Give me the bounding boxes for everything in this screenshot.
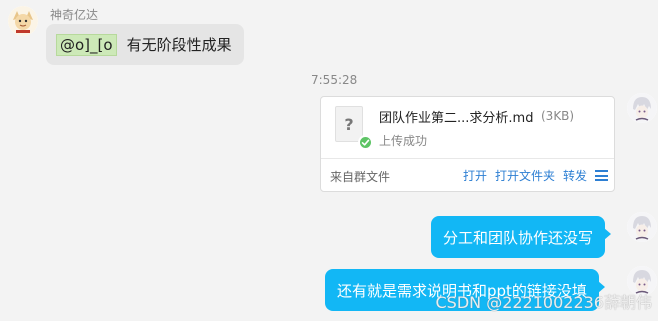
- open-file-link[interactable]: 打开: [463, 167, 487, 184]
- file-source: 来自群文件: [330, 170, 391, 184]
- incoming-message-bubble[interactable]: @o]_[o 有无阶段性成果: [46, 24, 244, 65]
- file-footer: 来自群文件 打开 打开文件夹 转发: [321, 159, 614, 191]
- more-menu-icon[interactable]: [595, 170, 608, 181]
- sender-avatar[interactable]: [8, 6, 38, 36]
- self-avatar[interactable]: [627, 93, 657, 123]
- sender-name: 神奇亿达: [50, 8, 99, 22]
- open-folder-link[interactable]: 打开文件夹: [495, 167, 555, 184]
- file-info: ? 团队作业第二...求分析.md (3KB) 上传成功: [321, 97, 614, 159]
- file-message-card[interactable]: ? 团队作业第二...求分析.md (3KB) 上传成功 来自群文件 打开 打开…: [320, 96, 615, 192]
- upload-success-icon: [358, 135, 373, 150]
- mention-tag[interactable]: @o]_[o: [56, 33, 117, 56]
- self-avatar[interactable]: [627, 212, 657, 242]
- forward-link[interactable]: 转发: [563, 167, 587, 184]
- incoming-message-text: 有无阶段性成果: [126, 36, 232, 54]
- chat-window: 神奇亿达 @o]_[o 有无阶段性成果 7:55:28 ? 团队作业第二...求…: [0, 0, 658, 321]
- message-timestamp: 7:55:28: [311, 73, 358, 87]
- file-actions: 打开 打开文件夹 转发: [463, 167, 608, 184]
- outgoing-message-text: 分工和团队协作还没写: [443, 228, 594, 247]
- file-name[interactable]: 团队作业第二...求分析.md: [379, 107, 533, 126]
- file-size: (3KB): [541, 109, 575, 123]
- unknown-file-icon: ?: [335, 106, 363, 142]
- upload-status: 上传成功: [379, 134, 428, 148]
- watermark: CSDN @2221002236薛朝伟: [435, 293, 652, 312]
- outgoing-message-bubble[interactable]: 分工和团队协作还没写: [431, 216, 612, 258]
